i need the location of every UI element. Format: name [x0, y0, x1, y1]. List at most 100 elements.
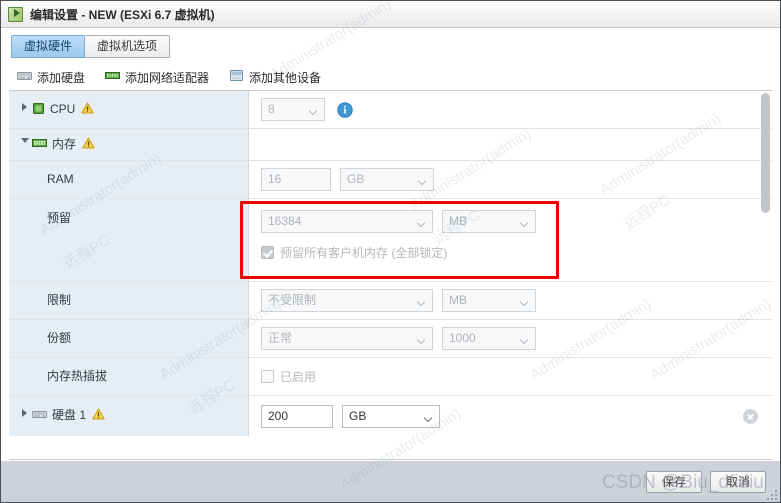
chevron-down-icon — [521, 337, 528, 344]
table-row-cpu: CPU 8 — [9, 91, 772, 129]
hard-disk-unit-select[interactable]: GB — [342, 405, 440, 428]
add-network-adapter-button[interactable]: 添加网络适配器 — [105, 69, 209, 86]
table-row-ram: RAM 16 GB — [9, 161, 772, 199]
chevron-down-icon — [521, 220, 528, 227]
cpu-count-value: 8 — [268, 102, 275, 116]
remove-hard-disk-button[interactable] — [743, 409, 758, 424]
ram-size-input[interactable]: 16 — [261, 168, 331, 191]
chevron-down-icon — [521, 299, 528, 306]
chevron-right-icon[interactable] — [19, 409, 30, 417]
warning-icon — [82, 137, 95, 152]
memory-label: 内存 — [52, 137, 77, 151]
memory-value-cell — [249, 129, 772, 160]
limit-amount-select[interactable]: 不受限制 — [261, 289, 433, 312]
shares-level-value: 正常 — [268, 331, 293, 345]
scrollbar-thumb[interactable] — [761, 93, 770, 213]
table-row-limit: 限制 不受限制 MB — [9, 282, 772, 320]
limit-amount-value: 不受限制 — [268, 293, 317, 307]
chevron-down-icon — [425, 415, 432, 422]
vm-icon — [8, 6, 24, 22]
hard-disk-size-input[interactable]: 200 — [261, 405, 333, 428]
chevron-down-icon — [418, 337, 425, 344]
title-bar: 编辑设置 - NEW (ESXi 6.7 虚拟机) — [1, 1, 780, 28]
hard-disk-unit-value: GB — [349, 409, 367, 423]
tab-virtual-hardware[interactable]: 虚拟硬件 — [11, 34, 86, 58]
hard-disk-icon — [32, 408, 47, 423]
memory-hotplug-label: 内存热插拔 — [47, 369, 108, 383]
cpu-value-cell: 8 — [249, 91, 772, 128]
shares-label: 份额 — [47, 331, 72, 345]
info-icon[interactable] — [337, 101, 353, 118]
vertical-scrollbar[interactable] — [761, 93, 770, 457]
reservation-unit-value: MB — [449, 214, 467, 228]
hard-disk-label-cell: 硬盘 1 — [9, 396, 249, 436]
ram-label: RAM — [47, 172, 74, 186]
reserve-all-guest-memory-row[interactable]: 预留所有客户机内存 (全部锁定) — [261, 244, 772, 261]
tab-vm-options[interactable]: 虚拟机选项 — [85, 34, 171, 58]
ram-unit-select[interactable]: GB — [340, 168, 434, 191]
hard-disk-icon — [17, 69, 32, 85]
shares-value-cell: 正常 1000 — [249, 320, 772, 357]
reservation-unit-select[interactable]: MB — [442, 210, 536, 233]
limit-unit-select[interactable]: MB — [442, 289, 536, 312]
chevron-down-icon — [310, 108, 317, 115]
add-hard-disk-label: 添加硬盘 — [37, 70, 86, 85]
save-button[interactable]: 保存 — [646, 470, 702, 493]
cpu-label-cell: CPU — [9, 91, 249, 128]
hardware-list: CPU 8 内存 RAM 16 GB 预留 16384 MB 预留所有客户机内存… — [9, 90, 772, 460]
limit-label: 限制 — [47, 293, 72, 307]
memory-hotplug-enable-row[interactable]: 已启用 — [261, 368, 772, 385]
resize-grip-icon[interactable] — [765, 488, 777, 500]
ram-label-cell: RAM — [9, 161, 249, 198]
hard-disk-label: 硬盘 1 — [52, 408, 87, 422]
hard-disk-value-cell: 200 GB — [249, 396, 772, 436]
chevron-down-icon — [418, 299, 425, 306]
table-row-hard-disk: 硬盘 1 200 GB — [9, 396, 772, 436]
add-hard-disk-button[interactable]: 添加硬盘 — [17, 69, 85, 86]
ram-size-value: 16 — [268, 172, 282, 186]
cpu-count-select[interactable]: 8 — [261, 98, 325, 121]
shares-amount-value: 1000 — [449, 331, 476, 345]
memory-icon — [32, 137, 47, 152]
chevron-down-icon — [419, 178, 426, 185]
chevron-down-icon — [418, 220, 425, 227]
cpu-icon — [32, 102, 45, 118]
memory-hotplug-value-cell: 已启用 — [249, 358, 772, 395]
table-row-memory-hotplug: 内存热插拔 已启用 — [9, 358, 772, 396]
warning-icon — [81, 102, 95, 117]
tab-bar: 虚拟硬件 虚拟机选项 — [1, 28, 780, 64]
hard-disk-size-value: 200 — [268, 409, 289, 423]
dialog-footer: 保存 取消 — [1, 460, 780, 502]
chevron-down-icon[interactable] — [19, 138, 30, 143]
other-device-icon — [229, 69, 244, 85]
add-other-device-label: 添加其他设备 — [249, 70, 322, 85]
warning-icon — [92, 408, 105, 423]
table-row-reservation: 预留 16384 MB 预留所有客户机内存 (全部锁定) — [9, 199, 772, 282]
toolbar: 添加硬盘 添加网络适配器 添加其他设备 — [1, 64, 780, 90]
reservation-amount-select[interactable]: 16384 — [261, 210, 433, 233]
memory-hotplug-label-cell: 内存热插拔 — [9, 358, 249, 395]
add-other-device-button[interactable]: 添加其他设备 — [229, 69, 321, 86]
shares-amount-select[interactable]: 1000 — [442, 327, 536, 350]
chevron-right-icon[interactable] — [19, 103, 30, 111]
limit-value-cell: 不受限制 MB — [249, 282, 772, 319]
shares-level-select[interactable]: 正常 — [261, 327, 433, 350]
memory-label-cell: 内存 — [9, 129, 249, 160]
add-network-adapter-label: 添加网络适配器 — [125, 70, 210, 85]
ram-value-cell: 16 GB — [249, 161, 772, 198]
cancel-button[interactable]: 取消 — [710, 470, 766, 493]
network-adapter-icon — [105, 69, 121, 85]
limit-label-cell: 限制 — [9, 282, 249, 319]
limit-unit-value: MB — [449, 293, 467, 307]
edit-settings-dialog: 编辑设置 - NEW (ESXi 6.7 虚拟机) 虚拟硬件 虚拟机选项 添加硬… — [0, 0, 781, 503]
reserve-all-guest-memory-label: 预留所有客户机内存 (全部锁定) — [280, 246, 448, 260]
reservation-label: 预留 — [47, 211, 72, 225]
memory-hotplug-checkbox[interactable] — [261, 370, 274, 383]
table-row-shares: 份额 正常 1000 — [9, 320, 772, 358]
reservation-value-cell: 16384 MB 预留所有客户机内存 (全部锁定) — [249, 199, 772, 281]
shares-label-cell: 份额 — [9, 320, 249, 357]
page-title: 编辑设置 - NEW (ESXi 6.7 虚拟机) — [30, 7, 215, 22]
reserve-all-guest-memory-checkbox[interactable] — [261, 246, 274, 259]
cpu-label: CPU — [50, 102, 76, 116]
reservation-label-cell: 预留 — [9, 199, 249, 281]
